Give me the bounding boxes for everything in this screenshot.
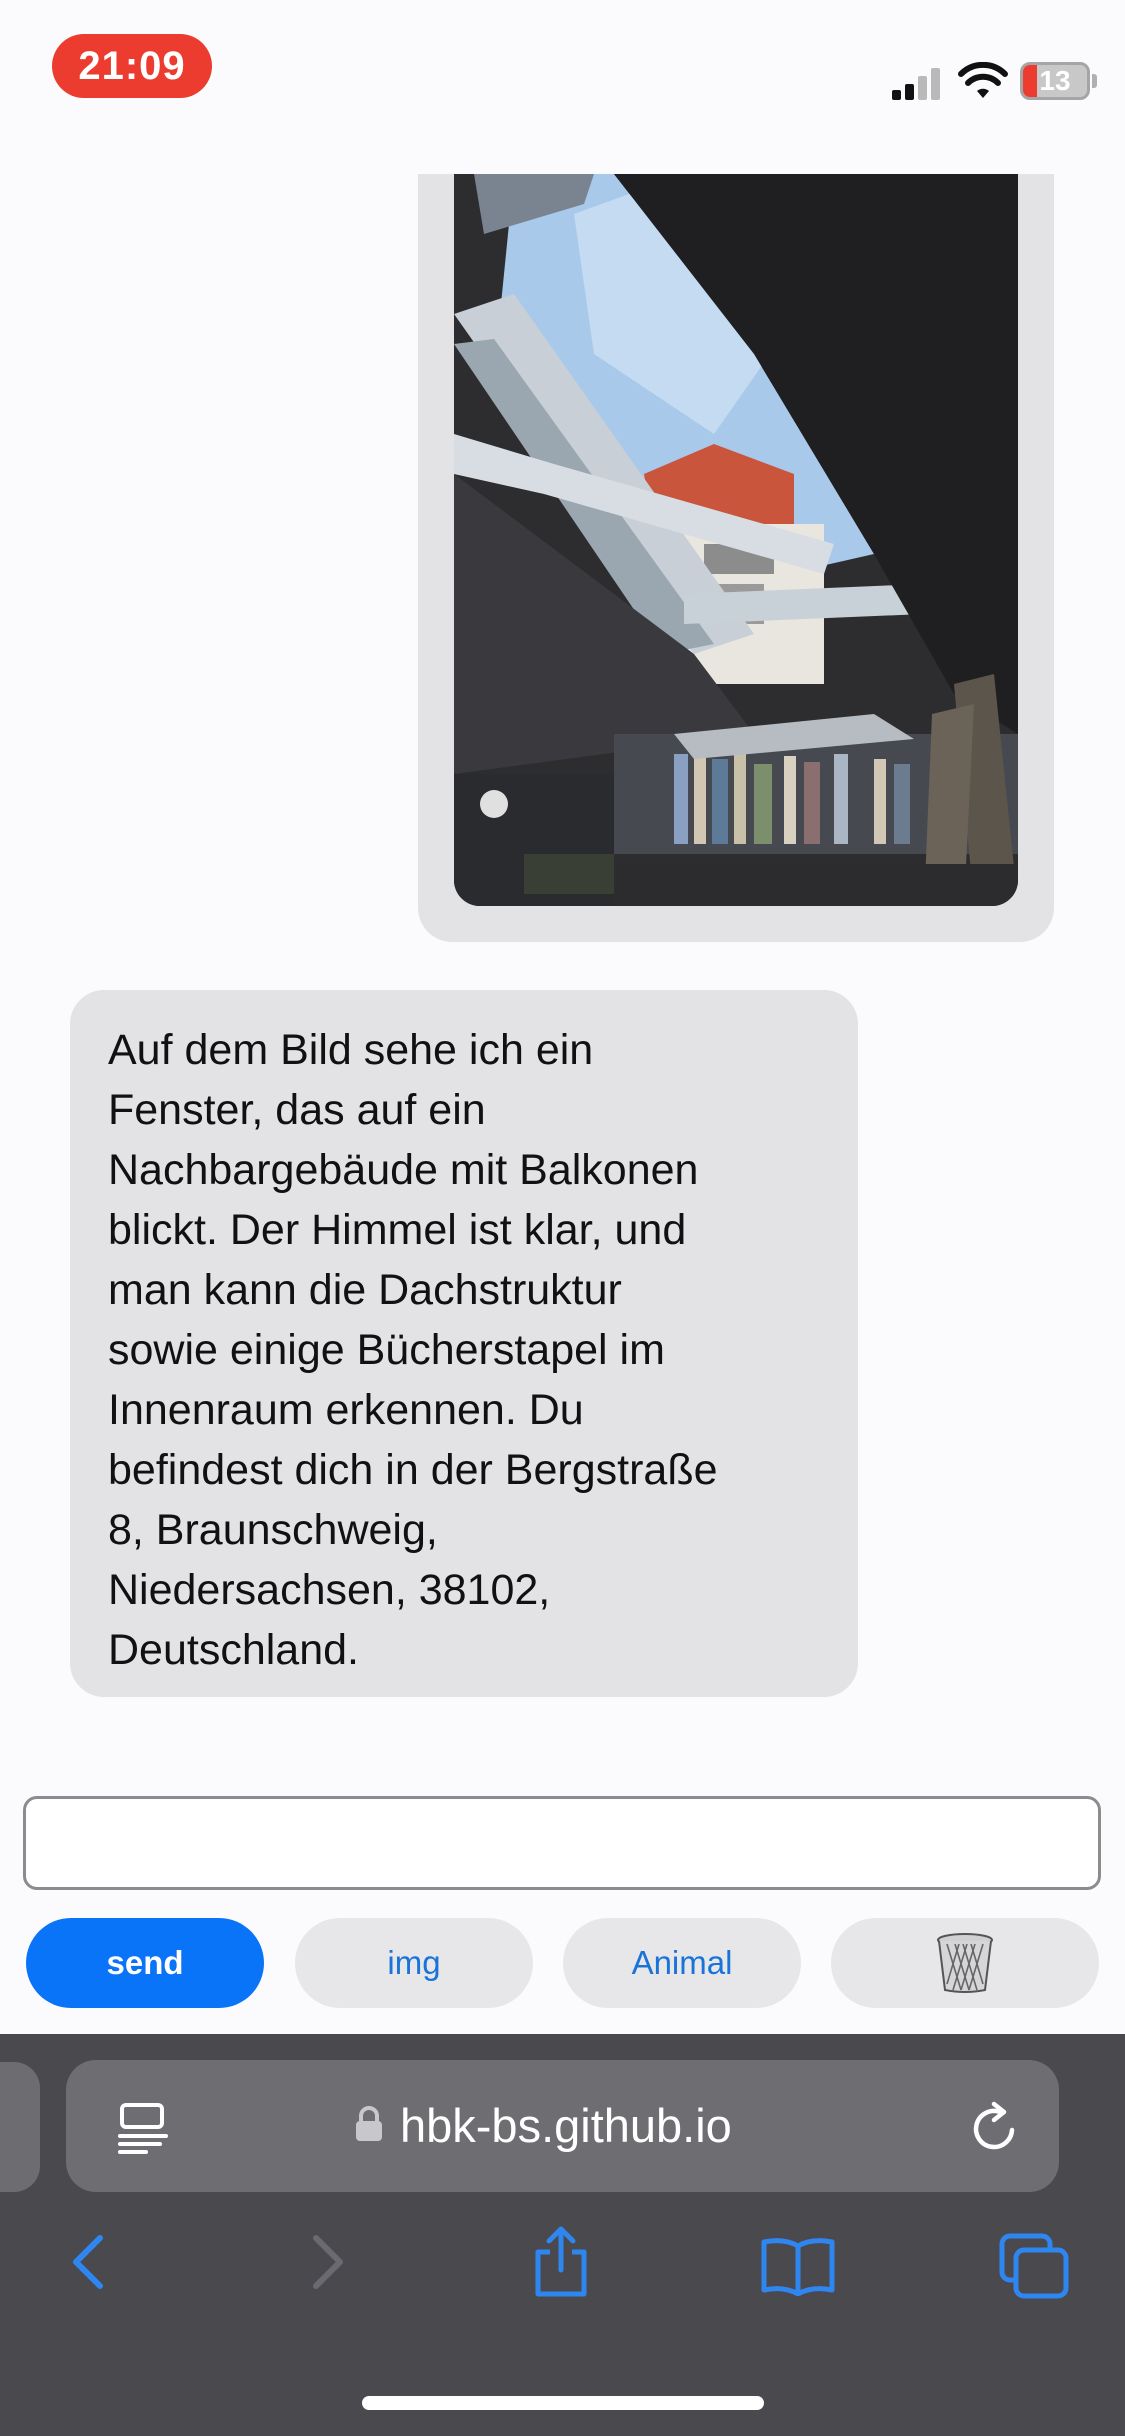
- clear-chat-button[interactable]: [831, 1918, 1099, 2008]
- message-line: 8, Braunschweig,: [108, 1506, 438, 1554]
- status-time: 21:09: [52, 34, 212, 98]
- url-text[interactable]: hbk-bs.github.io: [400, 2096, 732, 2156]
- tabs-icon[interactable]: [998, 2232, 1070, 2300]
- battery-level: 13: [1039, 65, 1071, 96]
- share-icon[interactable]: [530, 2226, 592, 2298]
- message-line: blickt. Der Himmel ist klar, und: [108, 1206, 687, 1254]
- trash-icon: [937, 1933, 993, 1993]
- message-line: Innenraum erkennen. Du: [108, 1386, 584, 1434]
- back-icon[interactable]: [66, 2232, 110, 2292]
- message-line: befindest dich in der Bergstraße: [108, 1446, 718, 1494]
- lock-icon: [356, 2106, 382, 2141]
- reader-icon[interactable]: [116, 2102, 170, 2154]
- message-line: Nachbargebäude mit Balkonen: [108, 1146, 699, 1194]
- previous-tab-edge[interactable]: [0, 2062, 40, 2192]
- send-button[interactable]: send: [26, 1918, 264, 2008]
- wifi-icon: [958, 62, 1008, 98]
- animal-button[interactable]: Animal: [563, 1918, 801, 2008]
- message-line: sowie einige Bücherstapel im: [108, 1326, 665, 1374]
- message-line: man kann die Dachstruktur: [108, 1266, 622, 1314]
- message-line: Deutschland.: [108, 1626, 359, 1674]
- assistant-message-bubble: Auf dem Bild sehe ich ein Fenster, das a…: [70, 990, 858, 1697]
- battery-icon: 13: [1020, 62, 1090, 100]
- bookmarks-icon[interactable]: [760, 2236, 836, 2296]
- signal-icon: [892, 66, 944, 100]
- forward-icon[interactable]: [306, 2232, 350, 2292]
- photo-image: [454, 174, 1018, 906]
- reload-icon[interactable]: [966, 2100, 1022, 2156]
- message-line: Fenster, das auf ein: [108, 1086, 486, 1134]
- img-button[interactable]: img: [295, 1918, 533, 2008]
- photo-window-neighbor-building[interactable]: [454, 174, 1018, 906]
- message-input[interactable]: [23, 1796, 1101, 1890]
- message-line: Niedersachsen, 38102,: [108, 1566, 551, 1614]
- home-indicator: [362, 2396, 764, 2410]
- battery-nub: [1092, 74, 1097, 88]
- message-line: Auf dem Bild sehe ich ein: [108, 1026, 594, 1074]
